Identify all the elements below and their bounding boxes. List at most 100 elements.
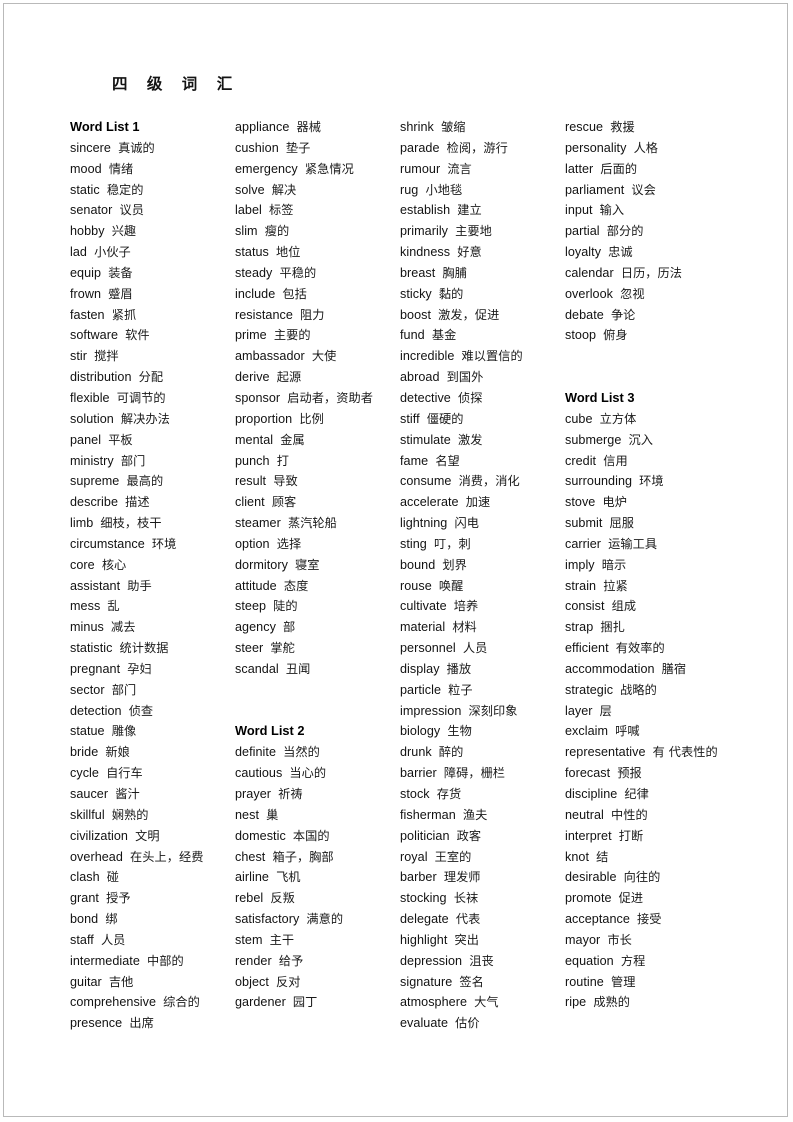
vocabulary-entry: routine 管理	[565, 972, 722, 993]
vocabulary-entry: supreme 最高的	[70, 471, 227, 492]
vocabulary-entry: assistant 助手	[70, 576, 227, 597]
vocabulary-entry: accelerate 加速	[400, 492, 557, 513]
vocabulary-entry: steer 掌舵	[235, 638, 392, 659]
vocabulary-entry: prayer 祈祷	[235, 784, 392, 805]
entry-term: ambassador	[235, 349, 305, 364]
vocabulary-entry: mayor 市长	[565, 930, 722, 951]
entry-term: highlight	[400, 932, 448, 947]
entry-gloss: 难以置信的	[461, 349, 523, 364]
vocabulary-entry: software 软件	[70, 325, 227, 346]
entry-gloss: 划界	[442, 557, 467, 572]
entry-gloss: 估价	[455, 1016, 480, 1031]
entry-term: barber	[400, 870, 437, 885]
entry-gloss: 给予	[278, 953, 304, 968]
vocabulary-entry: stimulate 激发	[400, 430, 557, 451]
entry-term: senator	[70, 203, 113, 218]
entry-term: option	[235, 536, 270, 551]
entry-term: discipline	[565, 787, 618, 801]
entry-term: equation	[565, 953, 614, 968]
vocabulary-entry: civilization 文明	[70, 826, 227, 847]
vocabulary-entry: debate 争论	[565, 305, 722, 326]
entry-term: stove	[565, 495, 596, 510]
vocabulary-entry: detection 侦查	[70, 701, 227, 722]
entry-term: satisfactory	[235, 912, 300, 927]
entry-term: attitude	[235, 578, 277, 593]
entry-term: stoop	[565, 328, 597, 343]
vocabulary-entry: shrink 皱缩	[400, 117, 557, 138]
entry-gloss: 出席	[129, 1016, 154, 1031]
entry-term: bride	[70, 745, 99, 760]
vocabulary-entry: solution 解决办法	[70, 409, 227, 430]
vocabulary-entry: equation 方程	[565, 951, 722, 972]
vocabulary-entry: input 输入	[565, 200, 722, 221]
entry-gloss: 最高的	[126, 474, 164, 489]
vocabulary-entry: label 标签	[235, 200, 392, 221]
entry-term: supreme	[70, 474, 120, 489]
entry-term: accommodation	[565, 661, 655, 676]
entry-gloss: 真诚的	[118, 140, 155, 155]
word-list-columns: Word List 1 sincere 真诚的 mood 情绪 static 稳定的 s…	[70, 117, 730, 1034]
entry-term: ripe	[565, 995, 587, 1010]
entry-gloss: 环境	[151, 536, 177, 551]
vocabulary-entry: detective 侦探	[400, 388, 557, 409]
entry-term: mayor	[565, 932, 601, 947]
entry-gloss: 接受	[637, 912, 662, 927]
entry-term: steady	[235, 265, 273, 280]
entry-gloss: 碰	[106, 870, 120, 885]
entry-term: lad	[70, 245, 87, 260]
entry-gloss: 有 代表性的	[652, 745, 718, 760]
entry-term: grant	[70, 891, 99, 906]
entry-term: cautious	[235, 766, 283, 781]
entry-term: chest	[235, 849, 266, 864]
word-list-heading: Word List 2	[235, 723, 305, 739]
vocabulary-entry: biology 生物	[400, 721, 557, 742]
vocabulary-entry: rouse 唤醒	[400, 576, 557, 597]
entry-gloss: 启动者，资助者	[287, 390, 373, 405]
entry-term: impression	[400, 703, 462, 718]
vocabulary-entry: stir 搅拌	[70, 346, 227, 367]
vocabulary-entry: primarily 主要地	[400, 221, 557, 242]
entry-term: proportion	[235, 411, 293, 426]
entry-term: solution	[70, 411, 114, 426]
entry-term: biology	[400, 724, 441, 739]
vocabulary-entry: flexible 可调节的	[70, 388, 227, 409]
vocabulary-entry: submit 屈服	[565, 513, 722, 534]
entry-gloss: 组成	[611, 599, 637, 614]
entry-term: strain	[565, 578, 597, 593]
vocabulary-entry: breast 胸脯	[400, 263, 557, 284]
vocabulary-entry: kindness 好意	[400, 242, 557, 263]
entry-gloss: 包括	[282, 286, 307, 301]
entry-gloss: 平稳的	[279, 265, 317, 280]
vocabulary-entry: stock 存货	[400, 784, 557, 805]
entry-gloss: 理发师	[443, 870, 481, 885]
vocabulary-entry: static 稳定的	[70, 180, 227, 201]
entry-term: promote	[565, 891, 612, 906]
vocabulary-entry: lightning 闪电	[400, 513, 557, 534]
vocabulary-entry: clash 碰	[70, 867, 227, 888]
entry-gloss: 忽视	[620, 286, 645, 301]
entry-term: boost	[400, 307, 432, 322]
entry-gloss: 忠诚	[608, 245, 633, 260]
vocabulary-entry: material 材料	[400, 617, 557, 638]
entry-term: skillful	[70, 807, 105, 822]
entry-gloss: 渔夫	[462, 807, 488, 822]
entry-gloss: 争论	[610, 307, 636, 322]
entry-gloss: 人格	[633, 140, 659, 155]
vocabulary-entry: personality 人格	[565, 138, 722, 159]
entry-gloss: 蒸汽轮船	[287, 516, 337, 531]
entry-gloss: 到国外	[446, 370, 484, 385]
entry-gloss: 加速	[465, 495, 491, 510]
entry-term: drunk	[400, 745, 432, 760]
vocabulary-entry: fisherman 渔夫	[400, 805, 557, 826]
entry-gloss: 主要的	[273, 328, 311, 343]
entry-term: input	[565, 203, 593, 218]
entry-gloss: 层	[599, 703, 612, 718]
vocabulary-entry: pregnant 孕妇	[70, 659, 227, 680]
entry-term: breast	[400, 265, 436, 280]
vertical-spacer	[565, 346, 722, 367]
entry-term: cultivate	[400, 599, 447, 614]
vocabulary-entry: solve 解决	[235, 180, 392, 201]
vocabulary-entry: gardener 园丁	[235, 992, 392, 1013]
entry-gloss: 障碍，栅栏	[443, 766, 506, 781]
entry-gloss: 打	[276, 453, 289, 468]
